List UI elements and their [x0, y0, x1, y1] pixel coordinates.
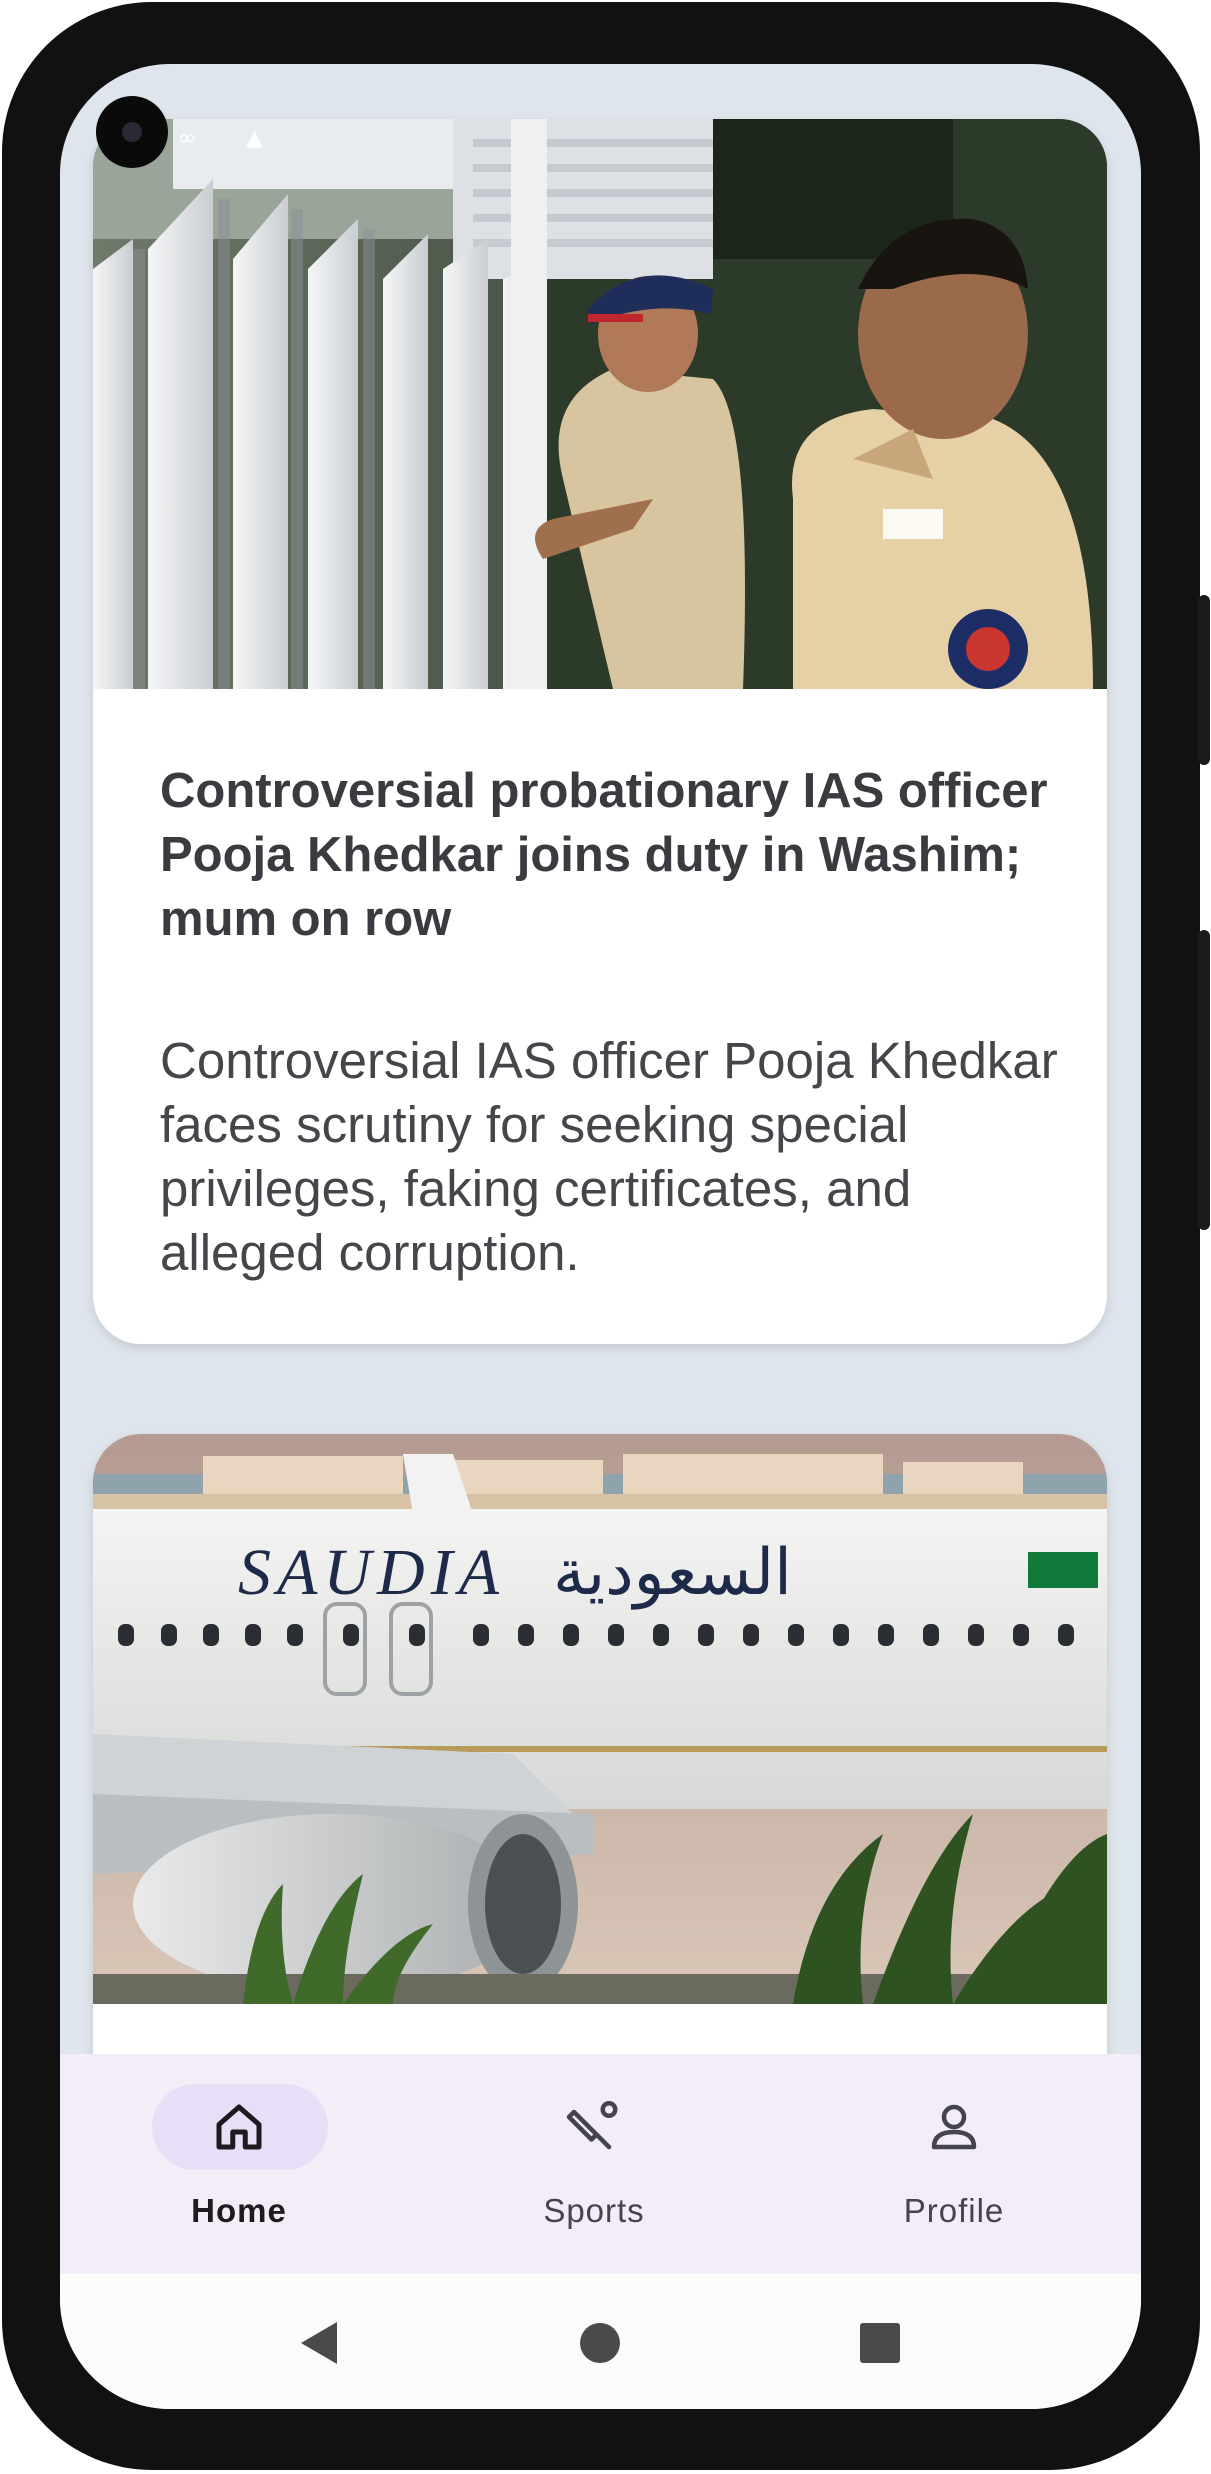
news-card[interactable]: Controversial probationary IAS officer P… [93, 119, 1107, 1344]
bottom-navigation-bar: Home Sports Profile [60, 2054, 1141, 2274]
home-button-icon[interactable] [565, 2308, 635, 2378]
front-camera [96, 96, 168, 168]
sports-icon [566, 2101, 618, 2150]
news-image [93, 119, 1107, 689]
news-feed[interactable]: Controversial probationary IAS officer P… [60, 64, 1141, 2064]
nav-item-sports[interactable]: Sports [464, 2084, 724, 2254]
livery-text-arabic: السعودية [553, 1536, 792, 1610]
nav-item-home[interactable]: Home [109, 2084, 369, 2254]
power-button [1198, 595, 1210, 765]
recents-icon[interactable] [845, 2308, 915, 2378]
notification-icon: ∞ [178, 126, 197, 151]
article-title: Controversial probationary IAS officer P… [160, 764, 1048, 946]
home-icon [216, 2104, 262, 2150]
nav-item-profile[interactable]: Profile [824, 2084, 1084, 2254]
news-image: SAUDIA السعودية [93, 1434, 1107, 2004]
nav-label-home: Home [191, 2192, 287, 2229]
news-card[interactable]: SAUDIA السعودية [93, 1434, 1107, 2064]
nav-label-profile: Profile [903, 2192, 1005, 2229]
keyboard-indicator-icon: ▲ [246, 126, 263, 151]
back-icon[interactable] [285, 2308, 355, 2378]
screen: Controversial probationary IAS officer P… [60, 64, 1141, 2409]
volume-button [1198, 930, 1210, 1230]
article-description: Controversial IAS officer Pooja Khedkar … [160, 1032, 1058, 1281]
nav-label-sports: Sports [543, 2192, 645, 2229]
system-navigation-bar [60, 2274, 1141, 2409]
person-icon [931, 2104, 977, 2150]
livery-text-latin: SAUDIA [238, 1536, 505, 1609]
